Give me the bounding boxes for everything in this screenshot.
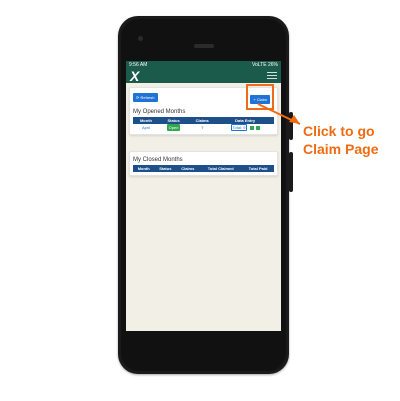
phone-frame: 9:56 AM VoLTE 26% X ⟳ Refresh + Claim My… (118, 16, 289, 374)
front-camera (138, 36, 143, 41)
closed-col-month: Month (133, 165, 155, 172)
closed-col-claims: Claims (176, 165, 200, 172)
claim-button-highlight: + Claim (246, 84, 274, 110)
closed-col-total-paid: Total Paid (242, 165, 274, 172)
opened-col-status: Status (158, 117, 189, 124)
earpiece-speaker (194, 44, 214, 48)
row-month[interactable]: April (133, 124, 159, 131)
row-data-entry: Total: 9 (216, 124, 274, 131)
closed-col-total-claimed: Total Claimed (199, 165, 243, 172)
row-claims: ? (201, 125, 204, 130)
closed-months-table: Month Status Claims Total Claimed Total … (133, 165, 274, 172)
opened-months-card: ⟳ Refresh + Claim My Opened Months Month… (129, 84, 278, 135)
claim-button[interactable]: + Claim (250, 95, 270, 104)
app-bar: X (126, 68, 281, 83)
phone-screen: 9:56 AM VoLTE 26% X ⟳ Refresh + Claim My… (126, 61, 281, 331)
table-row: April Open ? Total: 9 (133, 124, 274, 131)
power-button (289, 112, 293, 140)
opened-col-month: Month (133, 117, 159, 124)
status-right: VoLTE 26% (251, 61, 278, 68)
opened-col-claims: Claims (188, 117, 217, 124)
status-bar: 9:56 AM VoLTE 26% (126, 61, 281, 68)
total-entry-box[interactable]: Total: 9 (230, 124, 248, 131)
status-badge: Open (166, 124, 181, 131)
opened-col-data-entry: Data Entry (216, 117, 274, 124)
closed-months-card: My Closed Months Month Status Claims Tot… (129, 151, 278, 176)
app-logo: X (130, 69, 139, 83)
action-row: ⟳ Refresh + Claim (133, 84, 274, 110)
annotation-text: Click to go Claim Page (303, 122, 378, 158)
refresh-icon: ⟳ (136, 94, 140, 100)
add-entry-icon[interactable] (249, 125, 254, 130)
app-logo-text: X (130, 67, 140, 84)
annotation-line-1: Click to go (303, 123, 375, 139)
hamburger-menu-icon[interactable] (267, 72, 277, 79)
row-status: Open (159, 124, 188, 131)
refresh-label: Refresh (140, 94, 155, 100)
refresh-button[interactable]: ⟳ Refresh (133, 92, 158, 102)
view-entry-icon[interactable] (255, 125, 260, 130)
closed-col-status: Status (154, 165, 177, 172)
closed-months-title: My Closed Months (133, 157, 183, 163)
annotation-line-2: Claim Page (303, 141, 379, 157)
opened-months-table: Month Status Claims Data Entry April Ope… (133, 117, 274, 131)
navigation-bar (126, 334, 281, 358)
volume-button (289, 152, 293, 192)
